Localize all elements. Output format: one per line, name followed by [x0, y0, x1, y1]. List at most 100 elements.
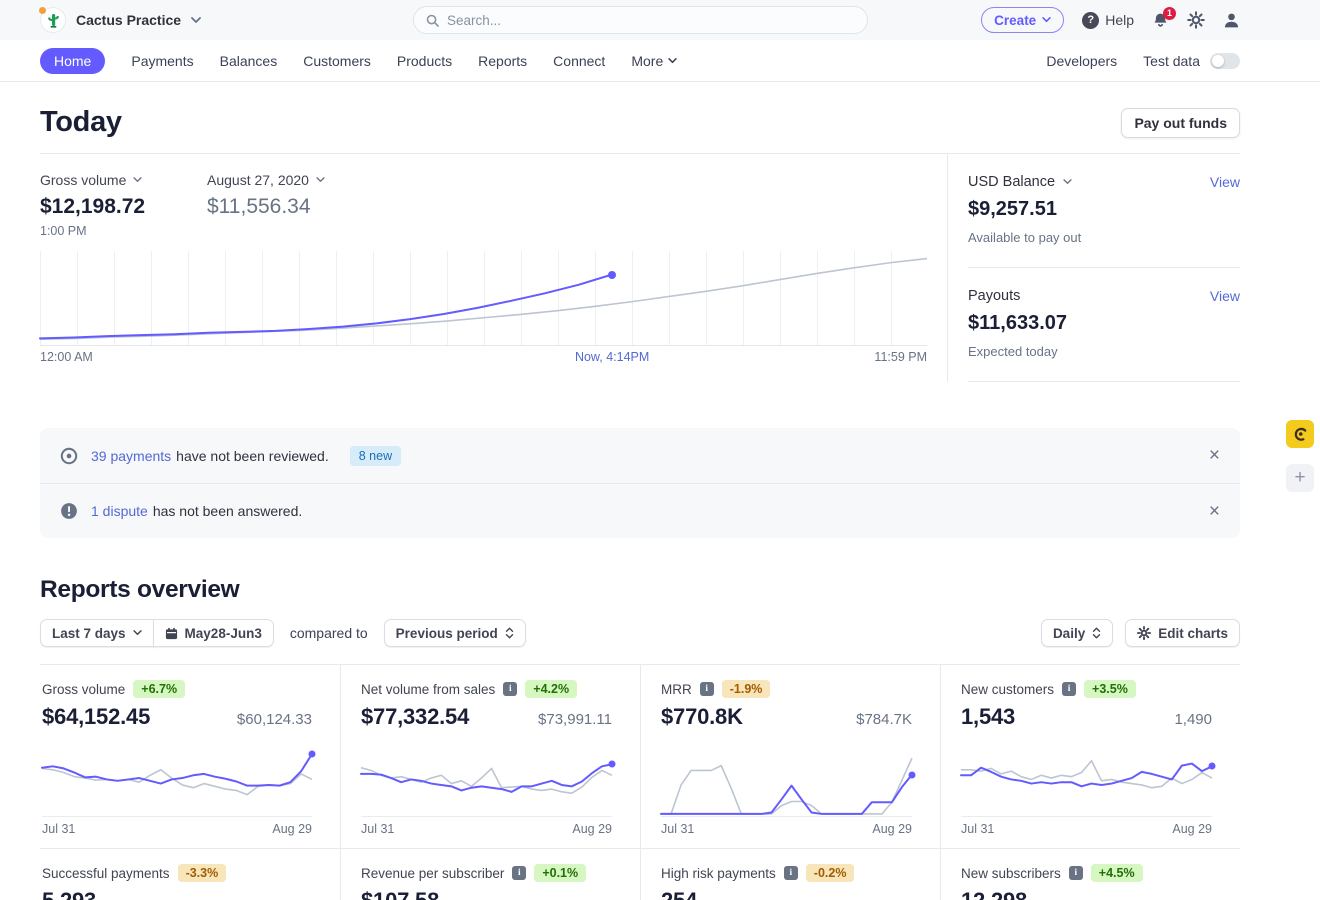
- dispute-link[interactable]: 1 dispute: [91, 503, 148, 519]
- nav-item-more-label: More: [631, 53, 663, 69]
- edit-charts-button[interactable]: Edit charts: [1125, 619, 1240, 647]
- metric-card-gross-volume: Gross volume +6.7% $64,152.45 $60,124.33…: [40, 665, 340, 848]
- review-icon: [60, 447, 78, 465]
- trend-badge: -0.2%: [806, 864, 855, 882]
- search-input[interactable]: Search...: [413, 6, 868, 34]
- test-data-label: Test data: [1143, 53, 1200, 69]
- date-picker-button[interactable]: May28-Jun3: [153, 619, 274, 647]
- chevron-down-icon: [191, 17, 201, 24]
- payments-review-link[interactable]: 39 payments: [91, 448, 171, 464]
- metric-compare-value: $784.7K: [856, 711, 912, 728]
- chevron-down-icon: [133, 177, 142, 183]
- help-button[interactable]: ? Help: [1082, 12, 1134, 29]
- search-placeholder: Search...: [447, 13, 501, 28]
- nav-item-developers[interactable]: Developers: [1046, 53, 1117, 69]
- metric-value: $107.58: [361, 888, 439, 900]
- org-avatar: [40, 7, 66, 33]
- gross-volume-selector[interactable]: Gross volume: [40, 172, 207, 188]
- nav-item-reports[interactable]: Reports: [478, 53, 527, 69]
- metric-card-net-volume: Net volume from sales i +4.2% $77,332.54…: [340, 665, 640, 848]
- add-widget-button[interactable]: +: [1286, 464, 1314, 492]
- close-icon[interactable]: ×: [1209, 446, 1220, 465]
- edit-charts-label: Edit charts: [1158, 626, 1228, 641]
- nav-item-more[interactable]: More: [631, 53, 677, 69]
- comparison-period-select[interactable]: Previous period: [384, 619, 526, 647]
- info-icon[interactable]: i: [784, 866, 798, 880]
- close-icon[interactable]: ×: [1209, 502, 1220, 521]
- spark-x-end: Aug 29: [1172, 822, 1212, 836]
- nav-item-connect[interactable]: Connect: [553, 53, 605, 69]
- nav-item-products[interactable]: Products: [397, 53, 452, 69]
- trend-badge: -3.3%: [178, 864, 227, 882]
- select-caret-icon: [505, 627, 514, 639]
- comparison-date-selector[interactable]: August 27, 2020: [207, 172, 325, 188]
- info-icon[interactable]: i: [1062, 682, 1076, 696]
- notification-count-badge: 1: [1163, 7, 1176, 20]
- payments-review-text: have not been reviewed.: [176, 448, 329, 464]
- chevron-down-icon: [133, 630, 142, 636]
- date-range-button[interactable]: Last 7 days: [40, 619, 154, 647]
- create-button[interactable]: Create: [981, 7, 1064, 33]
- nav-item-customers[interactable]: Customers: [303, 53, 371, 69]
- nav-item-home[interactable]: Home: [40, 48, 105, 74]
- spark-x-start: Jul 31: [961, 822, 994, 836]
- trend-badge: +3.5%: [1084, 680, 1136, 698]
- usd-balance-amount: $9,257.51: [968, 198, 1240, 221]
- interval-select[interactable]: Daily: [1041, 619, 1113, 647]
- pay-out-funds-button[interactable]: Pay out funds: [1121, 108, 1240, 138]
- spark-x-start: Jul 31: [42, 822, 75, 836]
- chart-x-start: 12:00 AM: [40, 350, 93, 364]
- new-payments-badge: 8 new: [350, 446, 401, 466]
- reports-title: Reports overview: [40, 576, 1240, 604]
- org-switcher[interactable]: Cactus Practice: [40, 7, 201, 33]
- toggle-knob: [1212, 55, 1224, 67]
- payouts-view-link[interactable]: View: [1210, 288, 1240, 304]
- nav-item-balances[interactable]: Balances: [220, 53, 278, 69]
- payments-review-alert: 39 payments have not been reviewed. 8 ne…: [40, 428, 1240, 483]
- gross-volume-time: 1:00 PM: [40, 224, 207, 238]
- browser-extension-button[interactable]: [1286, 420, 1314, 448]
- notifications-button[interactable]: 1: [1152, 12, 1169, 29]
- info-icon[interactable]: i: [1069, 866, 1083, 880]
- payouts-label: Payouts: [968, 288, 1020, 304]
- gross-volume-label: Gross volume: [40, 172, 126, 188]
- metric-card-successful-payments: Successful payments -3.3% 5,293: [40, 848, 340, 900]
- payouts-amount: $11,633.07: [968, 312, 1240, 335]
- alerts-panel: 39 payments have not been reviewed. 8 ne…: [40, 428, 1240, 538]
- info-icon[interactable]: i: [700, 682, 714, 696]
- metric-compare-value: 1,490: [1174, 711, 1212, 728]
- sparkline-chart: [661, 747, 912, 817]
- trend-badge: +4.5%: [1091, 864, 1143, 882]
- usd-balance-view-link[interactable]: View: [1210, 174, 1240, 190]
- metric-card-revenue-per-subscriber: Revenue per subscriber i +0.1% $107.58: [340, 848, 640, 900]
- spark-x-end: Aug 29: [272, 822, 312, 836]
- create-label: Create: [994, 13, 1036, 28]
- usd-balance-selector[interactable]: USD Balance: [968, 174, 1072, 190]
- trend-badge: +4.2%: [525, 680, 577, 698]
- info-icon[interactable]: i: [503, 682, 517, 696]
- metric-label: New subscribers: [961, 866, 1061, 881]
- calendar-icon: [165, 627, 178, 640]
- spark-x-end: Aug 29: [872, 822, 912, 836]
- top-bar: Cactus Practice Search... Create ? Help: [0, 0, 1320, 40]
- chart-x-end: 11:59 PM: [874, 350, 927, 364]
- metric-value: 254: [661, 888, 697, 900]
- dispute-alert: 1 dispute has not been answered. ×: [40, 483, 1240, 538]
- nav-item-payments[interactable]: Payments: [131, 53, 193, 69]
- comparison-amount: $11,556.34: [207, 195, 325, 219]
- usd-balance-description: Available to pay out: [968, 230, 1240, 245]
- metric-value: $770.8K: [661, 704, 743, 730]
- question-circle-icon: ?: [1082, 12, 1099, 29]
- settings-button[interactable]: [1187, 11, 1205, 29]
- account-button[interactable]: [1223, 12, 1240, 29]
- sparkline-chart: [42, 747, 312, 817]
- metric-cards-grid: Gross volume +6.7% $64,152.45 $60,124.33…: [40, 664, 1240, 900]
- compared-to-label: compared to: [290, 625, 368, 641]
- metric-card-high-risk-payments: High risk payments i -0.2% 254: [640, 848, 940, 900]
- user-icon: [1223, 12, 1240, 29]
- gear-icon: [1137, 626, 1151, 640]
- metric-value: $64,152.45: [42, 704, 150, 730]
- info-icon[interactable]: i: [512, 866, 526, 880]
- test-data-toggle[interactable]: [1210, 53, 1240, 69]
- metric-compare-value: $73,991.11: [538, 711, 612, 728]
